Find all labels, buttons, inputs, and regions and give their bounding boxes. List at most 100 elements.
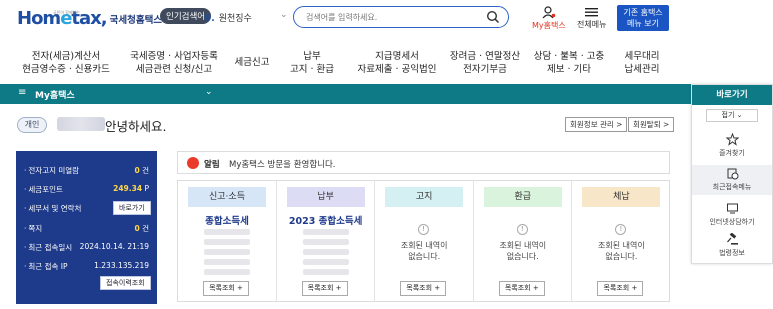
row-value: 0 건	[134, 166, 149, 175]
gnb-item-tax-return[interactable]: 세금신고	[230, 56, 274, 69]
search-input[interactable]	[306, 7, 486, 27]
my-hometax-label: My홈택스	[532, 21, 566, 30]
blurred-text	[302, 229, 349, 235]
speaker-icon	[187, 157, 199, 169]
info-icon: !	[516, 224, 528, 235]
chevron-down-icon[interactable]: ⌄	[205, 87, 213, 97]
quick-law-info[interactable]: 법령정보	[692, 233, 772, 258]
card-title[interactable]: 2023 종합소득세	[277, 213, 375, 227]
my-hometax-bar[interactable]: ≡ My홈택스 ⌄	[0, 84, 691, 104]
withdraw-button[interactable]: 회원탈퇴 >	[628, 117, 675, 132]
personal-badge: 개인	[17, 117, 47, 133]
my-hometax-bar-label: My홈택스	[35, 91, 75, 101]
card-header: 체납	[582, 187, 661, 207]
row-value: 249.34 P	[113, 184, 149, 193]
gnb-item-invoice[interactable]: 전자(세금)계산서 현금영수증 · 신용카드	[18, 50, 114, 76]
blurred-text	[204, 249, 250, 255]
card-header: 신고·소득	[188, 187, 266, 207]
card-title[interactable]: 종합소득세	[178, 213, 276, 227]
empty-message: 조회된 내역이 없습니다.	[499, 241, 547, 261]
recent-menu-icon	[727, 168, 738, 180]
quick-item-label: 법령정보	[719, 249, 745, 257]
gnb-sublabel: 세금관련 신청/신고	[135, 64, 213, 75]
tax-office-shortcut-button[interactable]: 바로가기	[113, 201, 151, 215]
card-header: 납부	[286, 187, 365, 207]
status-cards: 신고·소득 종합소득세 목록조회 + 납부 2023 종합소득세 목록조회 + …	[177, 180, 670, 302]
gnb-sublabel: 납세관리	[624, 64, 660, 75]
star-icon	[725, 133, 739, 146]
popular-search-rank: 9.	[205, 14, 215, 24]
gnb-label: 상담 · 불복 · 고충	[533, 51, 605, 62]
blurred-text	[302, 239, 349, 245]
quick-recent-menu[interactable]: 최근접속메뉴	[692, 165, 772, 195]
card-payment: 납부 2023 종합소득세 목록조회 +	[277, 181, 376, 301]
info-icon: !	[418, 224, 430, 235]
blurred-text	[204, 239, 250, 245]
row-key: 쪽지	[24, 223, 42, 234]
card-refund: 환급 ! 조회된 내역이 없습니다. 목록조회 +	[474, 181, 573, 301]
blurred-text	[302, 249, 349, 255]
greeting-text: 안녕하세요.	[105, 119, 167, 134]
search-icon[interactable]	[486, 10, 500, 24]
old-hometax-menu-button[interactable]: 기존 홈택스 메뉴 보기	[617, 5, 669, 31]
account-summary-panel: 전자고지 미열람 0 건 세금포인트 249.34 P 세무서 및 연락처 바로가기…	[16, 151, 157, 304]
gnb-item-agent[interactable]: 세무대리납세관리	[620, 50, 664, 76]
all-menu-button[interactable]: 전체메뉴	[577, 6, 606, 30]
card-header: 환급	[483, 187, 562, 207]
top-header: 국민이 함께하는 Hometax, 국세청홈택스 인기검색어 9. 원천징수 ⌄ …	[0, 0, 773, 40]
row-key: 최근 접속일시	[24, 242, 72, 253]
quick-online-consult[interactable]: 인터넷상담하기	[692, 202, 772, 227]
user-icon	[542, 6, 556, 19]
gnb-label: 지급명세서	[375, 51, 419, 62]
row-key: 전자고지 미열람	[24, 165, 79, 176]
all-menu-label: 전체메뉴	[577, 20, 607, 29]
card-header: 고지	[385, 187, 464, 207]
gnb-sublabel: 현금영수증 · 신용카드	[22, 64, 110, 75]
card-notice: 고지 ! 조회된 내역이 없습니다. 목록조회 +	[375, 181, 474, 301]
popular-search-term[interactable]: 9. 원천징수	[205, 11, 252, 24]
quick-item-label: 즐겨찾기	[719, 149, 745, 157]
list-view-button[interactable]: 목록조회 +	[597, 281, 644, 296]
quick-links-title: 바로가기	[692, 85, 772, 105]
list-view-button[interactable]: 목록조회 +	[301, 281, 348, 296]
gnb-label: 세무대리	[624, 51, 660, 62]
blurred-text	[204, 269, 250, 275]
notice-bar: 알림 My홈택스 방문을 환영합니다.	[177, 151, 670, 174]
search-box	[293, 6, 509, 28]
hamburger-icon: ≡	[18, 87, 27, 98]
blurred-text	[302, 259, 349, 265]
user-name-blurred	[57, 117, 105, 131]
gnb-sublabel: 고지 · 환급	[289, 64, 335, 75]
gavel-icon	[726, 233, 738, 245]
logo-tagline: 국민이 함께하는	[53, 10, 81, 15]
popular-search-badge: 인기검색어	[160, 8, 212, 24]
hamburger-icon	[585, 8, 599, 17]
blurred-text	[204, 259, 250, 265]
access-history-button[interactable]: 접속이력조회	[100, 276, 151, 290]
row-value: 1.233.135.219	[94, 261, 149, 270]
list-view-button[interactable]: 목록조회 +	[203, 281, 249, 296]
list-view-button[interactable]: 목록조회 +	[498, 281, 545, 296]
gnb-item-consult[interactable]: 상담 · 불복 · 고충제보 · 기타	[532, 50, 606, 76]
gnb-sublabel: 자료제출 · 공익법인	[357, 64, 437, 75]
hometax-logo[interactable]: 국민이 함께하는 Hometax, 국세청홈택스	[17, 8, 162, 29]
card-filing: 신고·소득 종합소득세 목록조회 +	[178, 181, 277, 301]
gnb-sublabel: 제보 · 기타	[546, 64, 592, 75]
row-key: 최근 접속 IP	[24, 261, 67, 272]
gnb-item-payment[interactable]: 납부고지 · 환급	[284, 50, 340, 76]
quick-favorites[interactable]: 즐겨찾기	[692, 133, 772, 158]
member-info-button[interactable]: 회원정보 관리 >	[565, 117, 628, 132]
gnb-item-certificate[interactable]: 국세증명 · 사업자등록 세금관련 신청/신고	[124, 50, 224, 76]
row-key: 세금포인트	[24, 184, 63, 195]
list-view-button[interactable]: 목록조회 +	[400, 281, 447, 296]
gnb-label: 납부	[303, 51, 321, 62]
blurred-text	[204, 229, 250, 235]
chevron-down-icon[interactable]: ⌄	[280, 10, 288, 20]
gnb-item-statement[interactable]: 지급명세서자료제출 · 공익법인	[346, 50, 448, 76]
my-hometax-button[interactable]: My홈택스	[532, 6, 566, 31]
fold-button[interactable]: 접기 ⌄	[706, 109, 758, 122]
gnb-item-year-end[interactable]: 장려금 · 연말정산 전자기부금	[446, 50, 524, 76]
logo-subtitle: 국세청홈택스	[109, 15, 163, 26]
row-key: 세무서 및 연락처	[24, 203, 81, 214]
monitor-icon	[726, 203, 738, 214]
